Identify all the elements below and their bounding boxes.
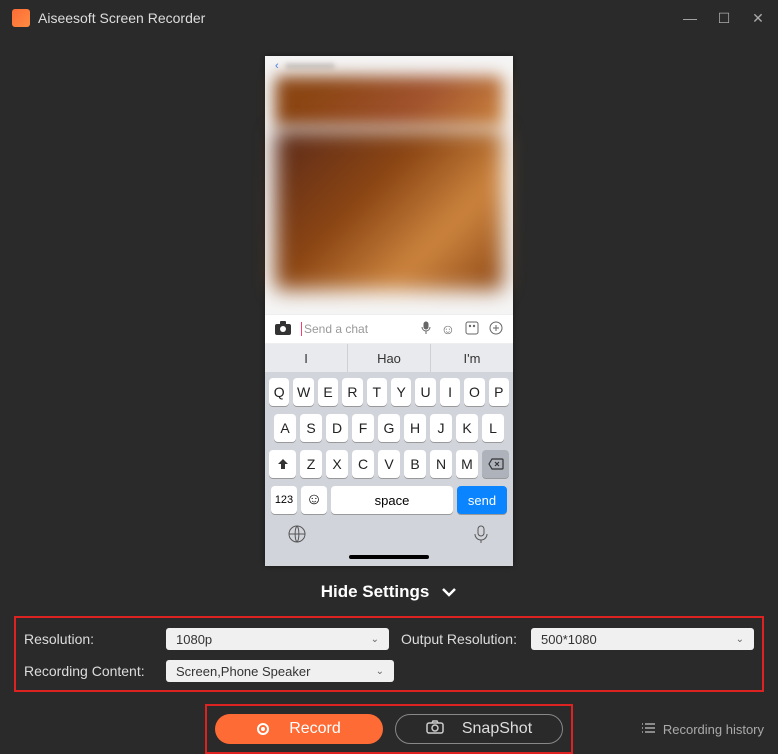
app-logo [12,9,30,27]
camera-icon [426,720,444,739]
feed-image [275,76,503,126]
key-d[interactable]: D [326,414,348,442]
key-c[interactable]: C [352,450,374,478]
key-a[interactable]: A [274,414,296,442]
key-q[interactable]: Q [269,378,289,406]
record-icon [257,723,269,735]
key-v[interactable]: V [378,450,400,478]
chevron-down-icon: ⌄ [736,634,744,645]
key-y[interactable]: Y [391,378,411,406]
key-f[interactable]: F [352,414,374,442]
suggestion[interactable]: I [265,344,348,372]
suggestion[interactable]: I'm [431,344,513,372]
key-w[interactable]: W [293,378,313,406]
chat-input-bar: Send a chat ☺ [265,314,513,344]
key-t[interactable]: T [367,378,387,406]
home-indicator [349,555,429,559]
sticker-icon[interactable] [465,321,479,338]
chat-input[interactable]: Send a chat [301,322,411,336]
emoji-icon[interactable]: ☺ [441,321,455,337]
key-s[interactable]: S [300,414,322,442]
camera-icon[interactable] [275,321,291,338]
chevron-down-icon [441,582,457,602]
recording-content-label: Recording Content: [24,663,160,679]
key-e[interactable]: E [318,378,338,406]
globe-icon[interactable] [287,524,307,549]
record-button[interactable]: Record [215,714,383,744]
key-k[interactable]: K [456,414,478,442]
keyboard-suggestions: I Hao I'm [265,344,513,372]
key-shift[interactable] [269,450,296,478]
mic-icon[interactable] [421,321,431,338]
back-icon: ‹ [275,60,279,72]
key-u[interactable]: U [415,378,435,406]
key-j[interactable]: J [430,414,452,442]
output-resolution-dropdown[interactable]: 500*1080⌄ [531,628,754,650]
close-button[interactable]: ✕ [750,10,766,27]
minimize-button[interactable]: — [682,10,698,27]
keyboard: QWERTYUIOP ASDFGHJKL ZXCVBNM 123 ☺ space… [265,372,513,566]
key-b[interactable]: B [404,450,426,478]
settings-panel: Resolution: 1080p⌄ Output Resolution: 50… [14,616,764,692]
key-m[interactable]: M [456,450,478,478]
phone-preview: ‹ Send a chat ☺ I Hao I'm [265,56,513,566]
key-h[interactable]: H [404,414,426,442]
titlebar: Aiseesoft Screen Recorder — ☐ ✕ [0,0,778,36]
app-title: Aiseesoft Screen Recorder [38,10,205,26]
output-resolution-label: Output Resolution: [401,631,525,647]
recording-content-dropdown[interactable]: Screen,Phone Speaker⌄ [166,660,394,682]
key-emoji[interactable]: ☺ [301,486,327,514]
mic-icon[interactable] [471,524,491,549]
chevron-down-icon: ⌄ [376,666,384,677]
actions-panel: Record SnapShot [205,704,573,754]
key-send[interactable]: send [457,486,507,514]
key-r[interactable]: R [342,378,362,406]
key-p[interactable]: P [489,378,509,406]
add-icon[interactable] [489,321,503,338]
key-i[interactable]: I [440,378,460,406]
key-g[interactable]: G [378,414,400,442]
key-o[interactable]: O [464,378,484,406]
key-n[interactable]: N [430,450,452,478]
resolution-dropdown[interactable]: 1080p⌄ [166,628,389,650]
snapshot-button[interactable]: SnapShot [395,714,563,744]
chevron-down-icon: ⌄ [371,634,379,645]
key-backspace[interactable] [482,450,509,478]
maximize-button[interactable]: ☐ [716,10,732,27]
key-l[interactable]: L [482,414,504,442]
recording-history-link[interactable]: Recording history [641,722,764,737]
key-z[interactable]: Z [300,450,322,478]
hide-settings-toggle[interactable]: Hide Settings [0,574,778,610]
key-123[interactable]: 123 [271,486,297,514]
key-x[interactable]: X [326,450,348,478]
key-space[interactable]: space [331,486,453,514]
suggestion[interactable]: Hao [348,344,431,372]
feed-image [275,130,503,290]
resolution-label: Resolution: [24,631,160,647]
list-icon [641,722,655,737]
